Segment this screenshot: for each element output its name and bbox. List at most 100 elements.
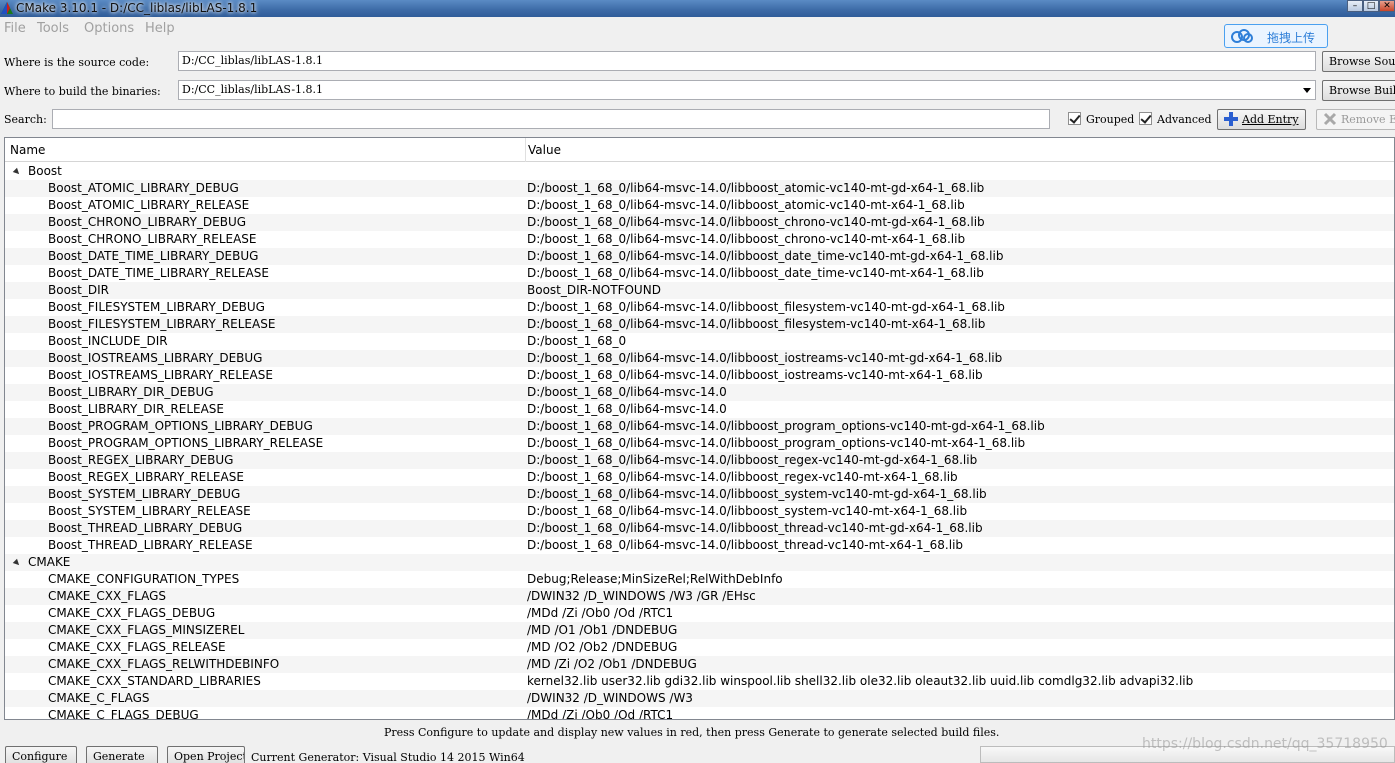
table-row[interactable]: Boost_ATOMIC_LIBRARY_RELEASE D:/boost_1_6… — [5, 197, 1394, 214]
table-row[interactable]: Boost_IOSTREAMS_LIBRARY_RELEASE D:/boost_… — [5, 367, 1394, 384]
advanced-checkbox[interactable] — [1139, 112, 1152, 125]
entry-value[interactable]: D:/boost_1_68_0/lib64-msvc-14.0/libboost… — [527, 435, 1025, 452]
entry-value[interactable]: D:/boost_1_68_0/lib64-msvc-14.0/libboost… — [527, 231, 965, 248]
entry-value[interactable]: D:/boost_1_68_0/lib64-msvc-14.0 — [527, 401, 727, 418]
entry-value[interactable]: kernel32.lib user32.lib gdi32.lib winspo… — [527, 673, 1193, 690]
table-row[interactable]: Boost_DATE_TIME_LIBRARY_RELEASE D:/boost_… — [5, 265, 1394, 282]
configure-button[interactable]: Configure — [5, 746, 77, 763]
table-row[interactable]: Boost_CHRONO_LIBRARY_DEBUG D:/boost_1_68_… — [5, 214, 1394, 231]
table-row[interactable]: CMAKE_C_FLAGS/DWIN32 /D_WINDOWS /W3 — [5, 690, 1394, 707]
remove-entry-label: Remove Entry — [1341, 113, 1395, 126]
table-row[interactable]: CMAKE_C_FLAGS_DEBUG/MDd /Zi /Ob0 /Od /RT… — [5, 707, 1394, 719]
name-column-header[interactable]: Name — [10, 143, 45, 157]
source-path-field[interactable]: D:/CC_liblas/libLAS-1.8.1 — [178, 51, 1316, 71]
entry-name: Boost_IOSTREAMS_LIBRARY_DEBUG — [48, 351, 263, 365]
entry-value[interactable]: D:/boost_1_68_0/lib64-msvc-14.0/libboost… — [527, 299, 1005, 316]
table-row[interactable]: Boost_PROGRAM_OPTIONS_LIBRARY_RELEASE D:/… — [5, 435, 1394, 452]
title-bar[interactable]: CMake 3.10.1 - D:/CC_liblas/libLAS-1.8.1… — [0, 0, 1395, 17]
table-row[interactable]: Boost_LIBRARY_DIR_DEBUG D:/boost_1_68_0/l… — [5, 384, 1394, 401]
chevron-down-icon[interactable] — [1303, 88, 1311, 93]
entry-name: CMAKE_CXX_STANDARD_LIBRARIES — [48, 674, 261, 688]
minimize-button[interactable]: – — [1347, 0, 1363, 12]
entry-value[interactable]: D:/boost_1_68_0/lib64-msvc-14.0/libboost… — [527, 418, 1045, 435]
cache-entries-tree[interactable]: Name Value Boost Boost_ATOMIC_LIBRARY_DEB… — [4, 137, 1395, 720]
entry-value[interactable]: D:/boost_1_68_0/lib64-msvc-14.0/libboost… — [527, 248, 1003, 265]
expand-arrow-icon[interactable] — [12, 558, 22, 568]
entry-value[interactable]: D:/boost_1_68_0/lib64-msvc-14.0/libboost… — [527, 350, 1002, 367]
entry-value[interactable]: D:/boost_1_68_0/lib64-msvc-14.0/libboost… — [527, 469, 958, 486]
table-row[interactable]: Boost_CHRONO_LIBRARY_RELEASE D:/boost_1_6… — [5, 231, 1394, 248]
generate-button[interactable]: Generate — [86, 746, 158, 763]
entry-value[interactable]: Debug;Release;MinSizeRel;RelWithDebInfo — [527, 571, 783, 588]
entry-value[interactable]: D:/boost_1_68_0/lib64-msvc-14.0/libboost… — [527, 537, 963, 554]
browse-build-button[interactable]: Browse Build... — [1322, 80, 1395, 101]
value-column-header[interactable]: Value — [528, 143, 561, 157]
close-button[interactable]: ✕ — [1379, 0, 1395, 12]
entry-value[interactable]: D:/boost_1_68_0/lib64-msvc-14.0/libboost… — [527, 486, 987, 503]
current-generator-label: Current Generator: Visual Studio 14 2015… — [251, 751, 525, 763]
table-row[interactable]: CMAKE_CONFIGURATION_TYPES Debug;Release;M… — [5, 571, 1394, 588]
table-row[interactable]: Boost_FILESYSTEM_LIBRARY_RELEASE D:/boost… — [5, 316, 1394, 333]
table-row[interactable]: CMAKE_CXX_FLAGS_DEBUG/MDd /Zi /Ob0 /Od /… — [5, 605, 1394, 622]
add-entry-button[interactable]: Add Entry — [1217, 109, 1306, 130]
table-row[interactable]: CMAKE_CXX_STANDARD_LIBRARIES kernel32.lib… — [5, 673, 1394, 690]
entry-value[interactable]: D:/boost_1_68_0/lib64-msvc-14.0/libboost… — [527, 452, 977, 469]
tree-rows: Boost Boost_ATOMIC_LIBRARY_DEBUG D:/boost_… — [5, 163, 1394, 719]
build-path-value: D:/CC_liblas/libLAS-1.8.1 — [182, 83, 324, 96]
upload-overlay-button[interactable]: 拖拽上传 — [1224, 24, 1328, 48]
entry-value[interactable]: D:/boost_1_68_0/lib64-msvc-14.0/libboost… — [527, 180, 984, 197]
table-row[interactable]: Boost_DATE_TIME_LIBRARY_DEBUG D:/boost_1_… — [5, 248, 1394, 265]
table-row[interactable]: CMAKE_CXX_FLAGS/DWIN32 /D_WINDOWS /W3 /G… — [5, 588, 1394, 605]
entry-value[interactable]: D:/boost_1_68_0/lib64-msvc-14.0/libboost… — [527, 503, 967, 520]
entry-name: Boost_DATE_TIME_LIBRARY_RELEASE — [48, 266, 269, 280]
entry-value[interactable]: /MD /O2 /Ob2 /DNDEBUG — [527, 639, 677, 656]
table-row[interactable]: Boost_REGEX_LIBRARY_DEBUG D:/boost_1_68_0… — [5, 452, 1394, 469]
menu-options[interactable]: Options — [84, 21, 134, 36]
table-row[interactable]: Boost_SYSTEM_LIBRARY_RELEASE D:/boost_1_6… — [5, 503, 1394, 520]
grouped-checkbox[interactable] — [1068, 112, 1081, 125]
tree-group-row[interactable]: Boost — [5, 163, 1394, 180]
entry-value[interactable]: D:/boost_1_68_0/lib64-msvc-14.0/libboost… — [527, 316, 985, 333]
browse-source-button[interactable]: Browse Source... — [1322, 51, 1395, 72]
entry-value[interactable]: /MD /Zi /O2 /Ob1 /DNDEBUG — [527, 656, 697, 673]
entry-value[interactable]: /MDd /Zi /Ob0 /Od /RTC1 — [527, 605, 673, 622]
table-row[interactable]: Boost_ATOMIC_LIBRARY_DEBUG D:/boost_1_68_… — [5, 180, 1394, 197]
table-row[interactable]: Boost_FILESYSTEM_LIBRARY_DEBUG D:/boost_1… — [5, 299, 1394, 316]
entry-value[interactable]: D:/boost_1_68_0/lib64-msvc-14.0/libboost… — [527, 367, 983, 384]
search-input[interactable] — [52, 109, 1050, 129]
table-row[interactable]: Boost_LIBRARY_DIR_RELEASE D:/boost_1_68_0… — [5, 401, 1394, 418]
menu-tools[interactable]: Tools — [37, 21, 69, 36]
table-row[interactable]: Boost_SYSTEM_LIBRARY_DEBUG D:/boost_1_68_… — [5, 486, 1394, 503]
entry-value[interactable]: /MD /O1 /Ob1 /DNDEBUG — [527, 622, 677, 639]
table-row[interactable]: Boost_DIR Boost_DIR-NOTFOUND — [5, 282, 1394, 299]
entry-value[interactable]: Boost_DIR-NOTFOUND — [527, 282, 661, 299]
entry-name: Boost_REGEX_LIBRARY_RELEASE — [48, 470, 244, 484]
expand-arrow-icon[interactable] — [12, 167, 22, 177]
maximize-button[interactable]: □ — [1363, 0, 1379, 12]
entry-value[interactable]: D:/boost_1_68_0/lib64-msvc-14.0/libboost… — [527, 265, 984, 282]
tree-group-row[interactable]: CMAKE — [5, 554, 1394, 571]
remove-entry-button[interactable]: Remove Entry — [1316, 109, 1395, 130]
entry-value[interactable]: D:/boost_1_68_0/lib64-msvc-14.0/libboost… — [527, 214, 985, 231]
entry-value[interactable]: D:/boost_1_68_0/lib64-msvc-14.0 — [527, 384, 727, 401]
table-row[interactable]: Boost_PROGRAM_OPTIONS_LIBRARY_DEBUG D:/bo… — [5, 418, 1394, 435]
table-row[interactable]: Boost_REGEX_LIBRARY_RELEASE D:/boost_1_68… — [5, 469, 1394, 486]
entry-value[interactable]: D:/boost_1_68_0/lib64-msvc-14.0/libboost… — [527, 520, 983, 537]
table-row[interactable]: Boost_IOSTREAMS_LIBRARY_DEBUG D:/boost_1_… — [5, 350, 1394, 367]
entry-value[interactable]: /DWIN32 /D_WINDOWS /W3 — [527, 690, 693, 707]
table-row[interactable]: CMAKE_CXX_FLAGS_RELWITHDEBINFO/MD /Zi /O… — [5, 656, 1394, 673]
table-row[interactable]: Boost_INCLUDE_DIR D:/boost_1_68_0 — [5, 333, 1394, 350]
table-row[interactable]: Boost_THREAD_LIBRARY_DEBUG D:/boost_1_68_… — [5, 520, 1394, 537]
entry-value[interactable]: D:/boost_1_68_0 — [527, 333, 626, 350]
build-path-combo[interactable]: D:/CC_liblas/libLAS-1.8.1 — [178, 80, 1316, 100]
entry-name: CMAKE_CXX_FLAGS — [48, 589, 166, 603]
open-project-button[interactable]: Open Project — [167, 746, 245, 763]
table-row[interactable]: Boost_THREAD_LIBRARY_RELEASE D:/boost_1_6… — [5, 537, 1394, 554]
entry-value[interactable]: /MDd /Zi /Ob0 /Od /RTC1 — [527, 707, 673, 719]
entry-value[interactable]: D:/boost_1_68_0/lib64-msvc-14.0/libboost… — [527, 197, 965, 214]
table-row[interactable]: CMAKE_CXX_FLAGS_MINSIZEREL/MD /O1 /Ob1 /… — [5, 622, 1394, 639]
table-row[interactable]: CMAKE_CXX_FLAGS_RELEASE/MD /O2 /Ob2 /DND… — [5, 639, 1394, 656]
menu-file[interactable]: File — [4, 21, 26, 36]
menu-help[interactable]: Help — [145, 21, 175, 36]
entry-value[interactable]: /DWIN32 /D_WINDOWS /W3 /GR /EHsc — [527, 588, 756, 605]
